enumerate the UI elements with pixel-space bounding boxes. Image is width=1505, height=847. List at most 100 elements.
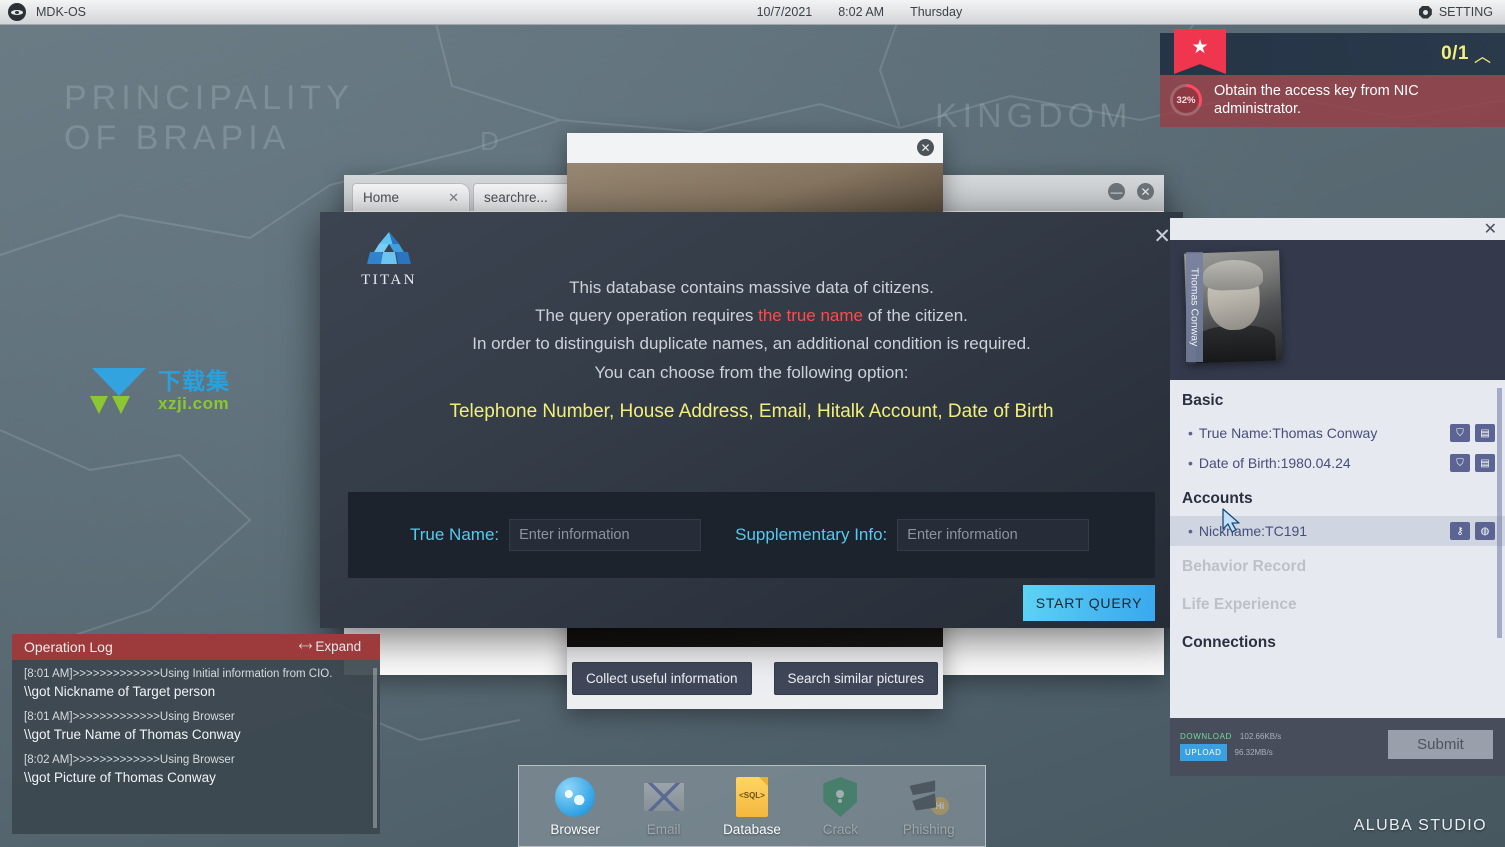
titan-line-2: The query operation requires the true na… <box>320 302 1183 330</box>
dock-item-label: Crack <box>822 822 858 837</box>
portrait-zone: Thomas Conway <box>1170 240 1505 380</box>
info-panel-scrollbar[interactable] <box>1497 388 1502 638</box>
log-entry-head: [8:01 AM]>>>>>>>>>>>>>Using Initial info… <box>24 668 333 680</box>
dock-item-phishing[interactable]: Hi Phishing <box>890 775 968 837</box>
mission-header[interactable]: ★ 0/1 ︿ <box>1160 29 1505 75</box>
dock-item-browser[interactable]: Browser <box>536 775 614 837</box>
titan-query-form: True Name: Enter information Supplementa… <box>348 492 1155 578</box>
info-row-actions: ⛉ ▤ <box>1450 424 1495 442</box>
globe-icon[interactable]: ◍ <box>1475 522 1495 540</box>
site-watermark: 下载集 xzji.com <box>88 366 230 416</box>
upload-label: UPLOAD <box>1180 744 1227 762</box>
mission-progress-value: 32% <box>1176 94 1196 106</box>
section-title-connections: Connections <box>1182 634 1276 651</box>
bullet-icon: • <box>1188 523 1193 539</box>
setting-button[interactable]: SETTING <box>1418 5 1505 19</box>
dock-item-database[interactable]: <SQL> Database <box>713 775 791 837</box>
chevron-up-icon[interactable]: ︿ <box>1474 42 1491 67</box>
browser-tab-home[interactable]: Home ✕ <box>352 183 470 211</box>
collect-information-button[interactable]: Collect useful information <box>571 661 752 695</box>
mission-objective[interactable]: 32% Obtain the access key from NIC admin… <box>1160 75 1505 128</box>
upload-stat: UPLOAD 96.32MB/s <box>1180 744 1281 762</box>
section-title-basic: Basic <box>1182 392 1224 409</box>
key-icon[interactable]: ⚷ <box>1450 522 1470 540</box>
document-icon[interactable]: ▤ <box>1475 424 1495 442</box>
system-date: 10/7/2021 <box>756 5 813 19</box>
mission-star-ribbon: ★ <box>1174 29 1226 74</box>
close-icon[interactable]: ✕ <box>1137 183 1154 200</box>
titan-database-dialog[interactable]: ✕ TITAN This database contains massive d… <box>320 212 1183 628</box>
download-label: DOWNLOAD <box>1180 732 1232 741</box>
dock-item-email[interactable]: Email <box>625 775 703 837</box>
application-dock: Browser Email <SQL> Database Crack Hi Ph… <box>518 765 986 847</box>
close-icon[interactable]: ✕ <box>1484 219 1497 239</box>
dock-item-crack[interactable]: Crack <box>801 775 879 837</box>
browser-tab-label: Home <box>363 190 400 205</box>
mission-objective-text: Obtain the access key from NIC administr… <box>1214 83 1419 118</box>
info-sections-list: Basic • True Name:Thomas Conway ⛉ ▤ • Date… <box>1170 380 1505 718</box>
close-icon[interactable]: ✕ <box>917 139 934 156</box>
titan-brand-label: TITAN <box>361 272 417 288</box>
info-row-actions: ⚷ ◍ <box>1450 522 1495 540</box>
shield-icon[interactable]: ⛉ <box>1450 424 1470 442</box>
operation-log-expand-button[interactable]: ⤢ Expand <box>297 637 362 655</box>
true-name-label: True Name: <box>410 525 500 544</box>
info-row-label: • Date of Birth:1980.04.24 <box>1188 455 1351 471</box>
download-value: 102.66KB/s <box>1239 732 1282 741</box>
true-name-placeholder: Enter information <box>519 527 630 543</box>
portrait-body-shape <box>1194 324 1276 364</box>
photo-viewer-actions: Collect useful information Search simila… <box>567 647 943 709</box>
log-entry: [8:01 AM]>>>>>>>>>>>>>Using Browser \\go… <box>24 711 368 742</box>
titan-line-1: This database contains massive data of c… <box>569 278 934 297</box>
download-stat: DOWNLOAD 102.66KB/s <box>1180 729 1281 744</box>
system-time: 8:02 AM <box>838 5 885 19</box>
topbar-clock-group: 10/7/2021 8:02 AM Thursday <box>300 5 1419 19</box>
titan-description: This database contains massive data of c… <box>320 212 1183 423</box>
database-icon-badge: <SQL> <box>739 791 765 800</box>
info-panel-titlebar: ✕ <box>1170 218 1505 240</box>
operation-log-panel: Operation Log [8:01 AM]>>>>>>>>>>>>>Usin… <box>12 634 380 834</box>
titan-line-2-a: The query operation requires <box>535 306 759 326</box>
hook-icon: Hi <box>890 775 968 819</box>
log-entry: [8:01 AM]>>>>>>>>>>>>>Using Initial info… <box>24 668 368 699</box>
document-icon[interactable]: ▤ <box>1475 454 1495 472</box>
info-row-date-of-birth[interactable]: • Date of Birth:1980.04.24 ⛉ ▤ <box>1170 448 1505 478</box>
info-row-label: • Nickname:TC191 <box>1188 523 1308 539</box>
mission-banner: ★ 0/1 ︿ 32% Obtain the access key from N… <box>1160 29 1505 128</box>
log-entry-body: \\got True Name of Thomas Conway <box>24 727 241 742</box>
system-topbar: MDK-OS 10/7/2021 8:02 AM Thursday SETTIN… <box>0 0 1505 25</box>
hook-icon-badge: Hi <box>930 797 949 815</box>
studio-credit: ALUBA STUDIO <box>1353 817 1487 834</box>
dock-item-label: Database <box>723 822 781 837</box>
true-name-input[interactable]: Enter information <box>509 519 702 551</box>
search-similar-pictures-button[interactable]: Search similar pictures <box>773 661 939 695</box>
info-panel-footer: DOWNLOAD 102.66KB/s UPLOAD 96.32MB/s Sub… <box>1170 718 1505 776</box>
watermark-url-text: xzji.com <box>158 394 230 413</box>
close-icon[interactable]: ✕ <box>448 190 459 206</box>
bullet-icon: • <box>1188 455 1193 471</box>
operation-log-scrollbar[interactable] <box>373 668 377 828</box>
browser-tab-label: searchre... <box>484 190 548 205</box>
target-info-panel: ✕ Thomas Conway Basic • True Name:Thomas … <box>1170 218 1505 776</box>
network-stats: DOWNLOAD 102.66KB/s UPLOAD 96.32MB/s <box>1180 729 1281 762</box>
database-icon: <SQL> <box>713 775 791 819</box>
log-entry-body: \\got Picture of Thomas Conway <box>24 770 216 785</box>
operation-log-expand-label: Expand <box>315 638 362 654</box>
os-name-label: MDK-OS <box>36 5 86 19</box>
photo-viewer-titlebar: ✕ <box>567 133 943 163</box>
browser-window-controls: — ✕ <box>1108 183 1154 200</box>
start-query-button[interactable]: START QUERY <box>1023 585 1155 621</box>
log-entry-head: [8:02 AM]>>>>>>>>>>>>>Using Browser <box>24 754 235 766</box>
submit-button[interactable]: Submit <box>1388 730 1493 759</box>
star-icon: ★ <box>1191 37 1209 58</box>
info-row-true-name[interactable]: • True Name:Thomas Conway ⛉ ▤ <box>1170 418 1505 448</box>
supplementary-info-input[interactable]: Enter information <box>897 519 1090 551</box>
info-row-nickname[interactable]: • Nickname:TC191 ⚷ ◍ <box>1170 516 1505 546</box>
shield-icon[interactable]: ⛉ <box>1450 454 1470 472</box>
upload-value: 96.32MB/s <box>1234 748 1273 758</box>
shield-icon <box>801 775 879 819</box>
close-icon[interactable]: ✕ <box>1153 226 1171 247</box>
dock-item-label: Phishing <box>902 822 955 837</box>
minimize-icon[interactable]: — <box>1108 183 1125 200</box>
info-row-label: • True Name:Thomas Conway <box>1188 425 1378 441</box>
